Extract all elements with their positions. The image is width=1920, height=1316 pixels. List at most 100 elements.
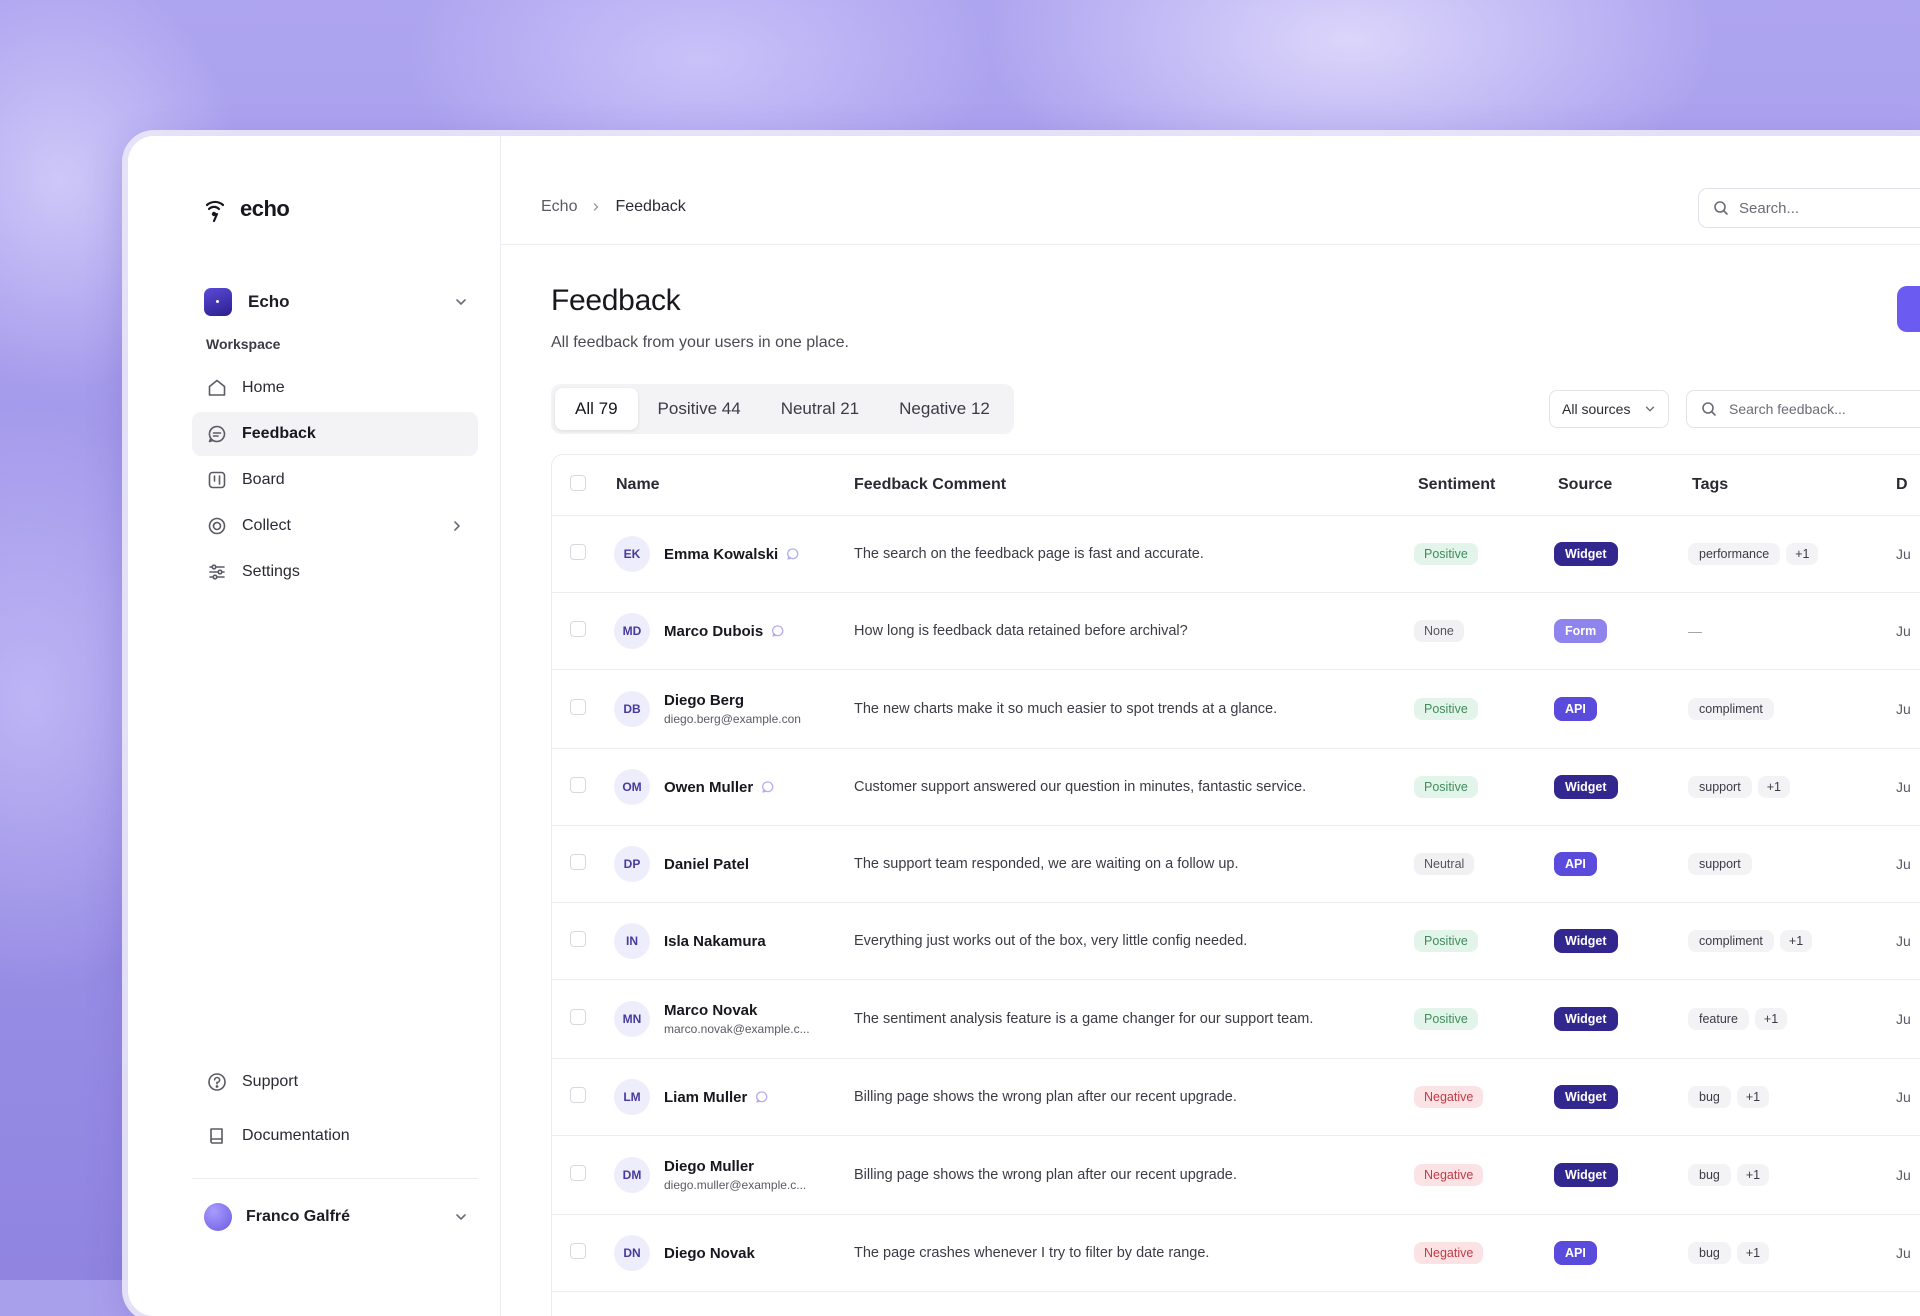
- name-cell: OM Owen Muller: [614, 769, 854, 805]
- name-cell: MD Marco Dubois: [614, 613, 854, 649]
- table-row[interactable]: DP Daniel Patel The support team responded…: [552, 825, 1920, 903]
- table-header-row: Name Feedback Comment Sentiment Source T…: [552, 455, 1920, 516]
- avatar: LM: [614, 1079, 650, 1115]
- user-menu[interactable]: Franco Galfré: [204, 1202, 468, 1232]
- sidebar: echo Echo Workspace Home Feedback Board: [128, 136, 501, 1316]
- row-checkbox[interactable]: [570, 854, 586, 870]
- tab-positive[interactable]: Positive 44: [638, 388, 761, 430]
- row-checkbox[interactable]: [570, 544, 586, 560]
- tab-negative[interactable]: Negative 12: [879, 388, 1010, 430]
- more-tags-chip[interactable]: +1: [1736, 1164, 1770, 1186]
- more-tags-chip[interactable]: +1: [1754, 1008, 1788, 1030]
- sidebar-nav: Home Feedback Board Collect Settings: [192, 366, 478, 596]
- table-row[interactable]: IN Isla Nakamura Everything just works out…: [552, 902, 1920, 980]
- row-checkbox[interactable]: [570, 1087, 586, 1103]
- table-row[interactable]: EK Emma Kowalski The search on the feedbac…: [552, 515, 1920, 593]
- feedback-comment: Everything just works out of the box, ve…: [854, 902, 1414, 980]
- user-name[interactable]: Isla Nakamura: [664, 933, 766, 950]
- more-tags-chip[interactable]: +1: [1736, 1086, 1770, 1108]
- column-header-name[interactable]: Name: [614, 455, 854, 516]
- table-row[interactable]: MN Marco Novak marco.novak@example.c... The…: [552, 979, 1920, 1059]
- select-all-checkbox[interactable]: [570, 474, 586, 491]
- sentiment-filter-tabs: All 79 Positive 44 Neutral 21 Negative 1…: [551, 384, 1014, 434]
- row-checkbox[interactable]: [570, 621, 586, 637]
- table-row[interactable]: LM Liam Muller Billing page shows the wron…: [552, 1058, 1920, 1136]
- column-header-comment[interactable]: Feedback Comment: [854, 455, 1414, 516]
- user-name[interactable]: Owen Muller: [664, 779, 753, 796]
- row-checkbox[interactable]: [570, 931, 586, 947]
- tag-chip[interactable]: support: [1688, 853, 1752, 875]
- avatar: IN: [614, 923, 650, 959]
- global-search-input[interactable]: Search...: [1698, 188, 1920, 228]
- primary-action-button[interactable]: [1897, 286, 1920, 332]
- sidebar-item-home[interactable]: Home: [192, 366, 478, 410]
- user-name[interactable]: Diego Novak: [664, 1245, 755, 1262]
- source-badge: Widget: [1554, 775, 1618, 799]
- sidebar-item-collect[interactable]: Collect: [192, 504, 478, 548]
- feedback-comment: The support team responded, we are waiti…: [854, 825, 1414, 903]
- more-tags-chip[interactable]: +1: [1757, 776, 1790, 798]
- tag-chip[interactable]: performance: [1688, 543, 1781, 565]
- sentiment-badge: Negative: [1414, 1164, 1484, 1186]
- sidebar-item-settings[interactable]: Settings: [192, 550, 478, 594]
- user-name[interactable]: Liam Muller: [664, 1089, 747, 1106]
- column-header-date[interactable]: D: [1886, 455, 1920, 516]
- avatar: MN: [614, 1001, 650, 1037]
- sidebar-item-label: Documentation: [242, 1127, 350, 1144]
- avatar: DM: [614, 1157, 650, 1193]
- source-badge: API: [1554, 1241, 1597, 1265]
- tag-chip[interactable]: compliment: [1688, 698, 1774, 720]
- table-row[interactable]: MD Marco Dubois How long is feedback data …: [552, 592, 1920, 670]
- table-row[interactable]: OM Owen Muller Customer support answered o…: [552, 748, 1920, 826]
- name-cell: DB Diego Berg diego.berg@example.con: [614, 691, 854, 727]
- more-tags-chip[interactable]: +1: [1736, 1242, 1770, 1264]
- tab-all[interactable]: All 79: [555, 388, 638, 430]
- row-checkbox[interactable]: [570, 1009, 586, 1025]
- tag-chip[interactable]: bug: [1688, 1242, 1731, 1264]
- more-tags-chip[interactable]: +1: [1779, 930, 1813, 952]
- table-row[interactable]: DB Diego Berg diego.berg@example.con The ne…: [552, 669, 1920, 749]
- user-name[interactable]: Diego Muller: [664, 1158, 754, 1175]
- name-cell: LM Liam Muller: [614, 1079, 854, 1115]
- date-cell: Ju: [1896, 932, 1911, 949]
- row-checkbox[interactable]: [570, 1165, 586, 1181]
- date-cell: Ju: [1896, 1010, 1911, 1027]
- sidebar-item-feedback[interactable]: Feedback: [192, 412, 478, 456]
- sidebar-item-support[interactable]: Support: [192, 1056, 478, 1108]
- source-badge: Widget: [1554, 1085, 1618, 1109]
- tag-chip[interactable]: compliment: [1688, 930, 1774, 952]
- more-tags-chip[interactable]: +1: [1786, 543, 1819, 565]
- row-checkbox[interactable]: [570, 699, 586, 715]
- column-header-source[interactable]: Source: [1554, 455, 1688, 516]
- user-name[interactable]: Marco Novak: [664, 1002, 757, 1019]
- user-name[interactable]: Marco Dubois: [664, 623, 763, 640]
- chevron-down-icon: [1645, 406, 1655, 412]
- tag-chip[interactable]: support: [1688, 776, 1752, 798]
- tag-chip[interactable]: feature: [1688, 1008, 1749, 1030]
- column-header-tags[interactable]: Tags: [1688, 455, 1886, 516]
- user-name[interactable]: Daniel Patel: [664, 856, 749, 873]
- tab-neutral[interactable]: Neutral 21: [761, 388, 879, 430]
- sentiment-badge: Positive: [1414, 930, 1478, 952]
- sentiment-badge: Negative: [1414, 1086, 1484, 1108]
- tag-chip[interactable]: bug: [1688, 1164, 1731, 1186]
- app-logo[interactable]: echo: [204, 194, 290, 224]
- sidebar-item-documentation[interactable]: Documentation: [192, 1110, 478, 1162]
- board-icon: [208, 471, 226, 489]
- chevron-down-icon: [456, 1214, 466, 1221]
- feedback-search-input[interactable]: Search feedback...: [1686, 390, 1920, 428]
- sentiment-badge: Positive: [1414, 776, 1478, 798]
- table-row[interactable]: DM Diego Muller diego.muller@example.c... B…: [552, 1135, 1920, 1215]
- row-checkbox[interactable]: [570, 777, 586, 793]
- source-select[interactable]: All sources: [1549, 390, 1669, 428]
- user-email: diego.muller@example.c...: [664, 1178, 807, 1192]
- workspace-switcher[interactable]: Echo: [204, 284, 468, 320]
- topbar: Echo Feedback Search...: [501, 136, 1920, 245]
- row-checkbox[interactable]: [570, 1243, 586, 1259]
- tag-chip[interactable]: bug: [1688, 1086, 1731, 1108]
- sidebar-item-board[interactable]: Board: [192, 458, 478, 502]
- breadcrumb-item-echo[interactable]: Echo: [541, 198, 577, 216]
- user-name[interactable]: Diego Berg: [664, 692, 744, 709]
- user-name[interactable]: Emma Kowalski: [664, 546, 778, 563]
- column-header-sentiment[interactable]: Sentiment: [1414, 455, 1554, 516]
